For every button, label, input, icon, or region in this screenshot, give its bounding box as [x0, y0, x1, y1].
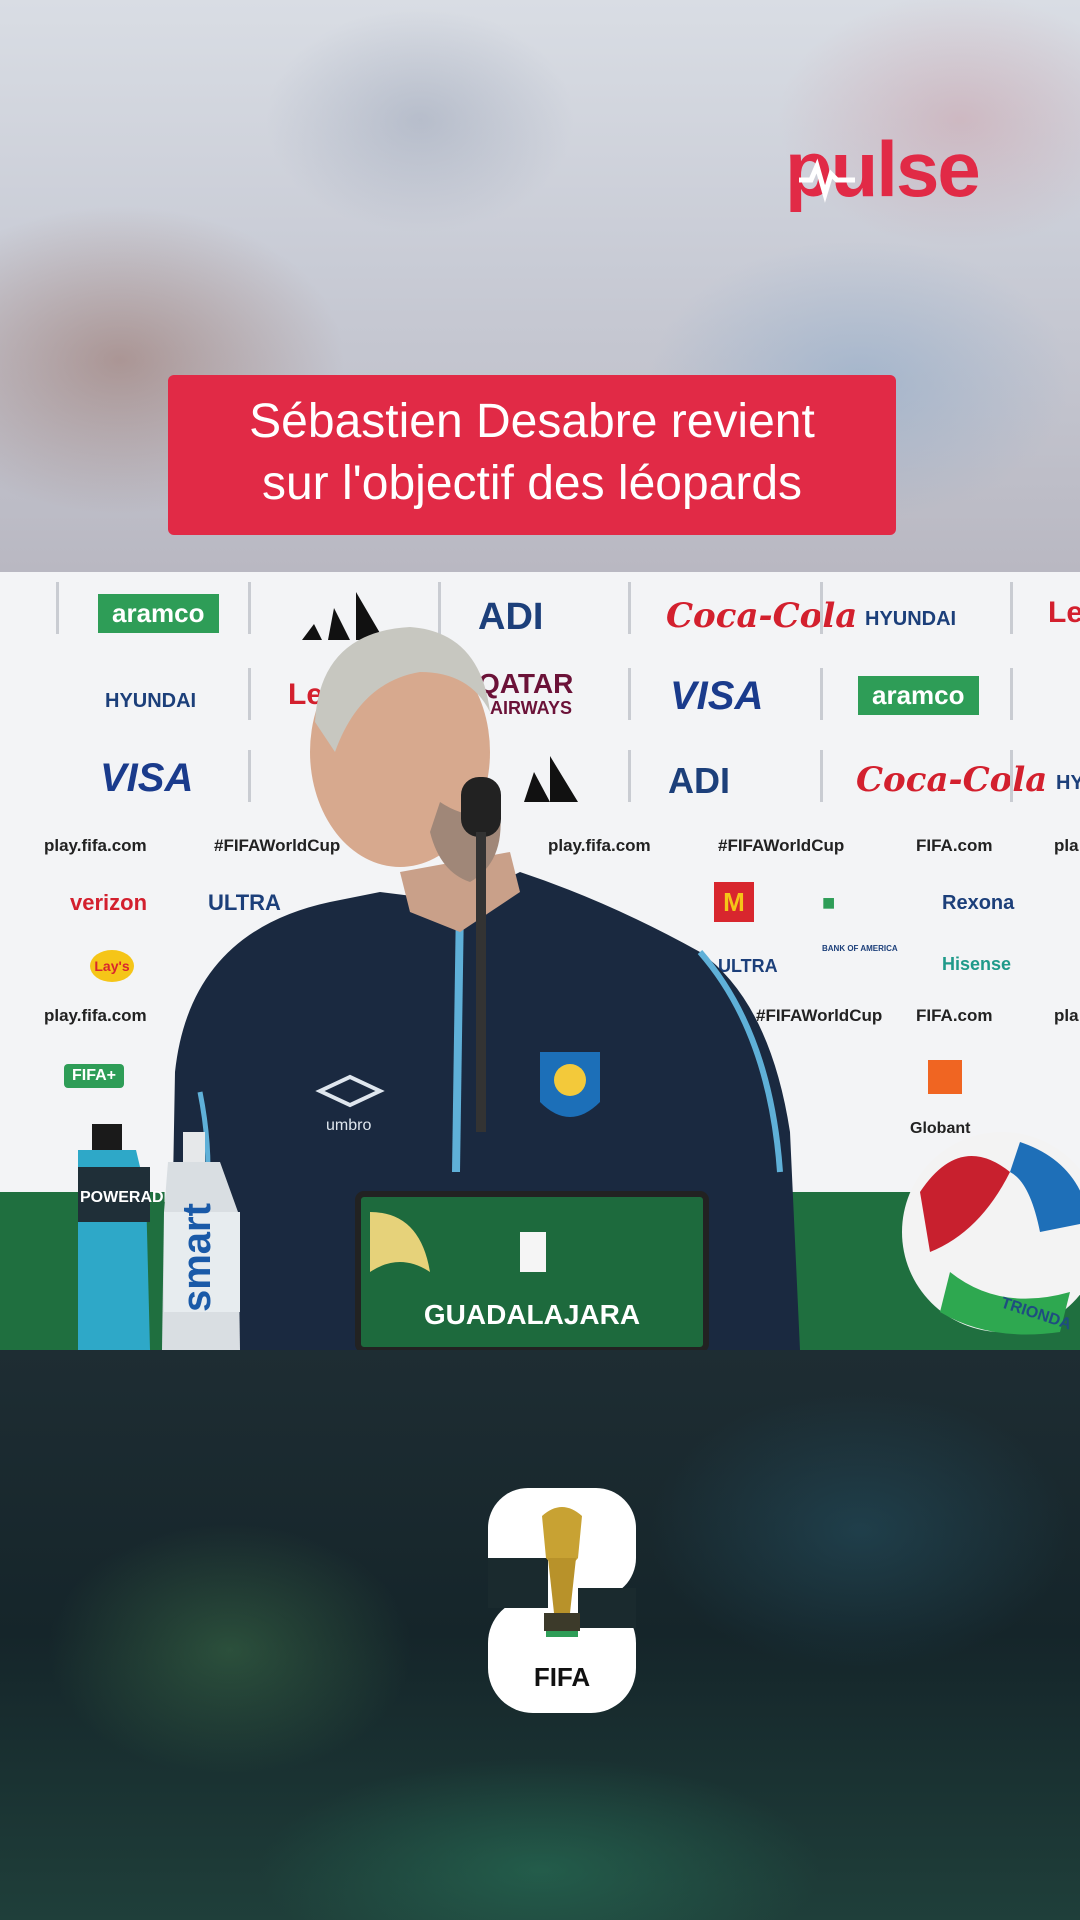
pulse-logo: pulse [785, 128, 981, 213]
powerade-bottle: POWERADE [78, 1124, 175, 1350]
headline-line-1: Sébastien Desabre revient [249, 395, 815, 448]
headline-banner: Sébastien Desabre revient sur l'objectif… [168, 375, 896, 535]
jacket-brand-label: umbro [326, 1117, 371, 1134]
team-crest-icon [540, 1052, 600, 1117]
smartwater-label: smart [175, 1203, 219, 1312]
fifa-world-cup-26-logo: FIFA [488, 1488, 636, 1713]
football-ball: TRIONDA [902, 1132, 1080, 1335]
desk-sign-label: GUADALAJARA [424, 1299, 640, 1330]
powerade-label: POWERADE [80, 1189, 175, 1206]
desk-sign: GUADALAJARA [355, 1191, 709, 1350]
headline-line-2: sur l'objectif des léopards [261, 457, 803, 510]
fifa-logo-text: FIFA [534, 1662, 591, 1692]
video-frame[interactable]: aramco ADI Coca-Cola HYUNDAI Le HYUNDAI … [0, 572, 1080, 1350]
coach-figure: umbro POWERADE smart GUADALAJARA TRIONDA [78, 627, 1080, 1350]
